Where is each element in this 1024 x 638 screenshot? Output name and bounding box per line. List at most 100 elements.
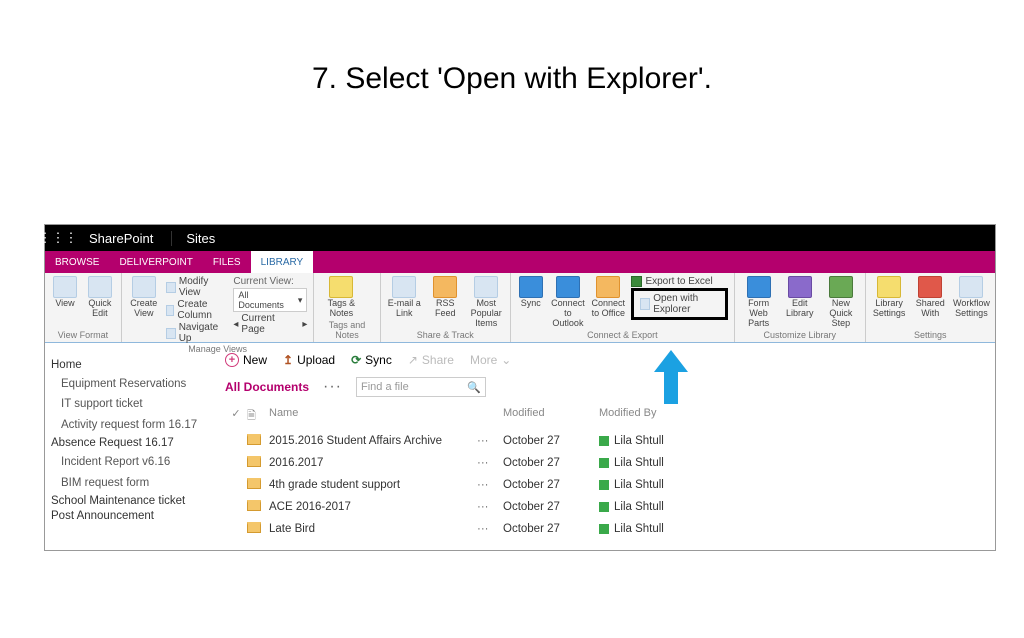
group-view-format: View Quick Edit View Format — [45, 273, 122, 342]
suite-bar: ⋮⋮⋮ SharePoint Sites — [45, 225, 995, 251]
table-row: Late Bird···October 27Lila Shtull — [225, 518, 995, 540]
shared-with-button[interactable]: Shared With — [913, 276, 948, 319]
content: Home Equipment Reservations IT support t… — [45, 343, 995, 550]
group-label: Share & Track — [387, 330, 504, 342]
tab-deliverpoint[interactable]: DELIVERPOINT — [109, 251, 202, 273]
explorer-icon — [640, 298, 650, 310]
col-name[interactable]: Name — [269, 407, 477, 426]
group-label: Tags and Notes — [320, 320, 373, 342]
item-name[interactable]: Late Bird — [269, 523, 477, 535]
plus-icon: + — [225, 353, 239, 367]
item-modified[interactable]: October 27 — [503, 435, 599, 447]
connect-office-button[interactable]: Connect to Office — [591, 276, 625, 319]
nav-link[interactable]: IT support ticket — [51, 394, 215, 414]
modify-view-button[interactable]: Modify View — [166, 276, 228, 298]
item-menu-button[interactable]: ··· — [477, 479, 503, 491]
group-label: Settings — [872, 330, 990, 342]
sites-link[interactable]: Sites — [171, 231, 229, 246]
nav-link[interactable]: Incident Report v6.16 — [51, 452, 215, 472]
workflow-settings-button[interactable]: Workflow Settings — [954, 276, 989, 319]
folder-icon — [247, 478, 261, 489]
create-column-button[interactable]: Create Column — [166, 299, 228, 321]
nav-heading[interactable]: Absence Request 16.17 — [51, 437, 215, 449]
item-name[interactable]: 2015.2016 Student Affairs Archive — [269, 435, 477, 447]
tab-files[interactable]: FILES — [203, 251, 251, 273]
item-name[interactable]: 2016.2017 — [269, 457, 477, 469]
item-menu-button[interactable]: ··· — [477, 457, 503, 469]
item-name[interactable]: 4th grade student support — [269, 479, 477, 491]
item-menu-button[interactable]: ··· — [477, 523, 503, 535]
current-view-select[interactable]: All Documents▾ — [233, 288, 307, 312]
more-button[interactable]: More ⌄ — [470, 353, 511, 367]
email-link-button[interactable]: E-mail a Link — [387, 276, 422, 319]
presence-icon — [599, 436, 609, 446]
upload-button[interactable]: ↥Upload — [283, 353, 335, 367]
sync-cmd-button[interactable]: ⟳Sync — [351, 353, 392, 367]
nav-link[interactable]: BIM request form — [51, 473, 215, 493]
tab-browse[interactable]: BROWSE — [45, 251, 109, 273]
item-modified-by[interactable]: Lila Shtull — [599, 457, 719, 469]
app-launcher-icon[interactable]: ⋮⋮⋮ — [45, 230, 71, 246]
command-bar: +New ↥Upload ⟳Sync ↗Share More ⌄ — [225, 353, 995, 373]
item-modified[interactable]: October 27 — [503, 501, 599, 513]
folder-icon — [247, 522, 261, 533]
item-modified-by[interactable]: Lila Shtull — [599, 501, 719, 513]
new-quick-step-button[interactable]: New Quick Step — [823, 276, 858, 329]
item-modified-by[interactable]: Lila Shtull — [599, 435, 719, 447]
nav-link[interactable]: Post Announcement — [51, 510, 215, 522]
view-name[interactable]: All Documents — [225, 380, 309, 394]
new-button[interactable]: +New — [225, 353, 267, 367]
create-view-button[interactable]: Create View — [128, 276, 160, 319]
table-row: 2016.2017···October 27Lila Shtull — [225, 452, 995, 474]
quick-edit-button[interactable]: Quick Edit — [85, 276, 115, 319]
group-label: Customize Library — [741, 330, 859, 342]
share-button[interactable]: ↗Share — [408, 353, 454, 367]
table-row: ACE 2016-2017···October 27Lila Shtull — [225, 496, 995, 518]
tab-library[interactable]: LIBRARY — [251, 251, 314, 273]
col-modified[interactable]: Modified — [503, 407, 599, 426]
group-connect-export: Sync Connect to Outlook Connect to Offic… — [511, 273, 735, 342]
form-web-parts-button[interactable]: Form Web Parts — [741, 276, 776, 329]
current-page-nav[interactable]: ◂ Current Page ▸ — [233, 313, 307, 335]
item-modified[interactable]: October 27 — [503, 479, 599, 491]
most-popular-button[interactable]: Most Popular Items — [469, 276, 504, 329]
item-modified[interactable]: October 27 — [503, 523, 599, 535]
group-label: View Format — [51, 330, 115, 342]
presence-icon — [599, 458, 609, 468]
col-modified-by[interactable]: Modified By — [599, 407, 719, 426]
table-header: ✓ 🗎 Name Modified Modified By — [225, 405, 995, 430]
search-input[interactable]: Find a file🔍 — [356, 377, 486, 397]
nav-link[interactable]: Activity request form 16.17 — [51, 415, 215, 435]
group-share-track: E-mail a Link RSS Feed Most Popular Item… — [381, 273, 511, 342]
export-excel-button[interactable]: Export to Excel — [631, 276, 728, 287]
group-settings: Library Settings Shared With Workflow Se… — [866, 273, 996, 342]
nav-link[interactable]: School Maintenance ticket — [51, 495, 215, 507]
group-manage-views: Create View Modify View Create Column Na… — [122, 273, 315, 342]
open-with-explorer-button[interactable]: Open with Explorer — [631, 288, 728, 320]
item-modified-by[interactable]: Lila Shtull — [599, 479, 719, 491]
group-tags-notes: Tags & Notes Tags and Notes — [314, 273, 380, 342]
edit-library-button[interactable]: Edit Library — [782, 276, 817, 319]
tags-notes-button[interactable]: Tags & Notes — [320, 276, 362, 319]
sharepoint-label[interactable]: SharePoint — [71, 231, 171, 246]
rss-feed-button[interactable]: RSS Feed — [428, 276, 463, 319]
item-modified-by[interactable]: Lila Shtull — [599, 523, 719, 535]
sync-button[interactable]: Sync — [517, 276, 545, 309]
select-all[interactable]: ✓ — [225, 407, 247, 426]
sync-icon: ⟳ — [351, 353, 361, 367]
folder-icon — [247, 456, 261, 467]
item-menu-button[interactable]: ··· — [477, 435, 503, 447]
nav-home[interactable]: Home — [51, 359, 215, 371]
item-menu-button[interactable]: ··· — [477, 501, 503, 513]
item-name[interactable]: ACE 2016-2017 — [269, 501, 477, 513]
nav-link[interactable]: Equipment Reservations — [51, 374, 215, 394]
view-button[interactable]: View — [51, 276, 79, 309]
view-menu-button[interactable]: ··· — [323, 378, 342, 396]
presence-icon — [599, 524, 609, 534]
share-icon: ↗ — [408, 353, 418, 367]
library-settings-button[interactable]: Library Settings — [872, 276, 907, 319]
connect-outlook-button[interactable]: Connect to Outlook — [551, 276, 585, 329]
group-label: Connect & Export — [517, 330, 728, 342]
navigate-up-button[interactable]: Navigate Up — [166, 322, 228, 344]
item-modified[interactable]: October 27 — [503, 457, 599, 469]
